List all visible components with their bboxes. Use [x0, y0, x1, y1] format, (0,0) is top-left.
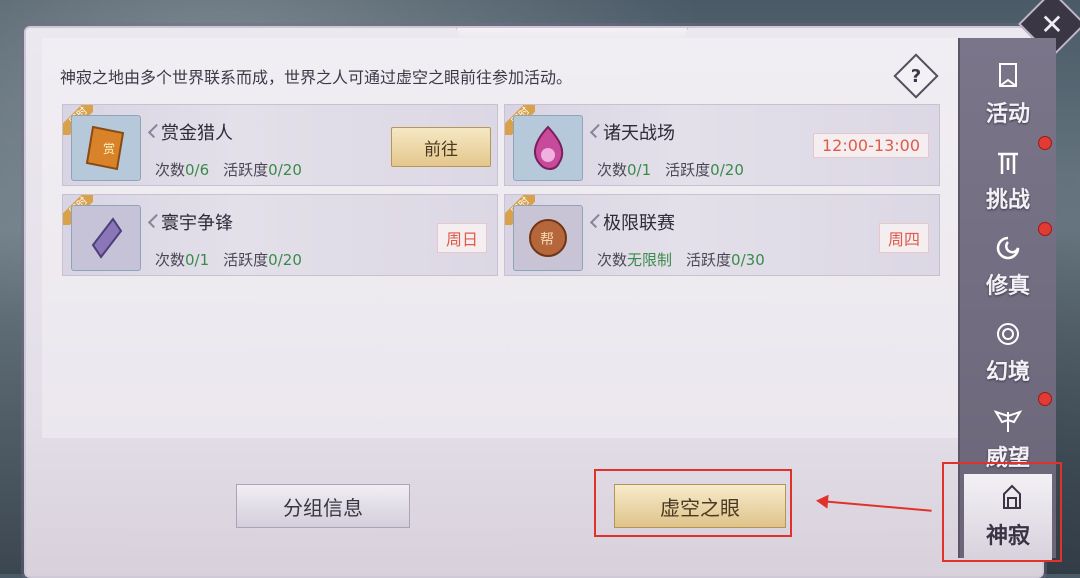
bounty-scroll-icon: 赏 [71, 115, 141, 181]
seal-medal-icon: 帮 [513, 205, 583, 271]
sidebar-item-label: 挑战 [985, 188, 1030, 213]
highlight-sidebar-shenji [942, 462, 1062, 562]
sidebar-item-activity[interactable]: 活动 [960, 52, 1056, 138]
sidebar-item-label: 幻境 [985, 360, 1030, 385]
day-badge: 周日 [436, 223, 487, 253]
activity-card-bounty-hunter[interactable]: 限时 赏 赏金猎人 次数0/6活跃度0/20 前往 [62, 104, 498, 186]
activity-stats: 次数0/6 活跃度0/20 [155, 161, 302, 179]
sidebar-item-cultivation[interactable]: 修真 [960, 224, 1056, 310]
group-info-button[interactable]: 分组信息 [236, 484, 410, 528]
swirl-icon [996, 236, 1020, 260]
content-area: 神寂之地由多个世界联系而成，世界之人可通过虚空之眼前往参加活动。 ? 限时 赏 … [42, 38, 958, 438]
activity-stats: 次数0/1 活跃度0/20 [155, 251, 302, 269]
wings-icon [994, 410, 1022, 432]
crystal-icon [71, 205, 141, 271]
sidebar-item-label: 活动 [985, 102, 1030, 127]
notification-dot [1038, 392, 1052, 406]
flame-orb-icon [513, 115, 583, 181]
activity-stats: 次数无限制 活跃度0/30 [597, 251, 765, 269]
sidebar-item-label: 修真 [985, 274, 1030, 299]
highlight-void-eye [594, 469, 792, 537]
svg-text:帮: 帮 [540, 232, 554, 248]
activity-name: 寰宇争锋 [161, 209, 233, 235]
notification-dot [1038, 222, 1052, 236]
vortex-icon [997, 323, 1019, 345]
gate-icon [998, 152, 1018, 174]
question-icon: ? [910, 65, 922, 87]
sidebar-item-illusion[interactable]: 幻境 [960, 310, 1056, 396]
activity-card-battlefield[interactable]: 限时 诸天战场 次数0/1活跃度0/20 12:00-13:00 [504, 104, 940, 186]
day-badge: 周四 [878, 223, 929, 253]
help-button[interactable]: ? [893, 53, 939, 99]
activity-stats: 次数0/1 活跃度0/20 [597, 161, 744, 179]
activity-name: 极限联赛 [603, 209, 675, 235]
svg-text:赏: 赏 [103, 142, 115, 156]
activity-name: 诸天战场 [603, 119, 675, 145]
activity-card-extreme-league[interactable]: 限时 帮 极限联赛 次数无限制活跃度0/30 周四 [504, 194, 940, 276]
banner-icon [999, 63, 1017, 87]
time-badge: 12:00-13:00 [813, 133, 929, 158]
description-text: 神寂之地由多个世界联系而成，世界之人可通过虚空之眼前往参加活动。 [60, 68, 573, 87]
activity-card-universe-contest[interactable]: 限时 寰宇争锋 次数0/1活跃度0/20 周日 [62, 194, 498, 276]
activity-name: 赏金猎人 [161, 119, 233, 145]
notification-dot [1038, 136, 1052, 150]
sidebar-item-challenge[interactable]: 挑战 [960, 138, 1056, 224]
goto-button[interactable]: 前往 [391, 127, 491, 167]
